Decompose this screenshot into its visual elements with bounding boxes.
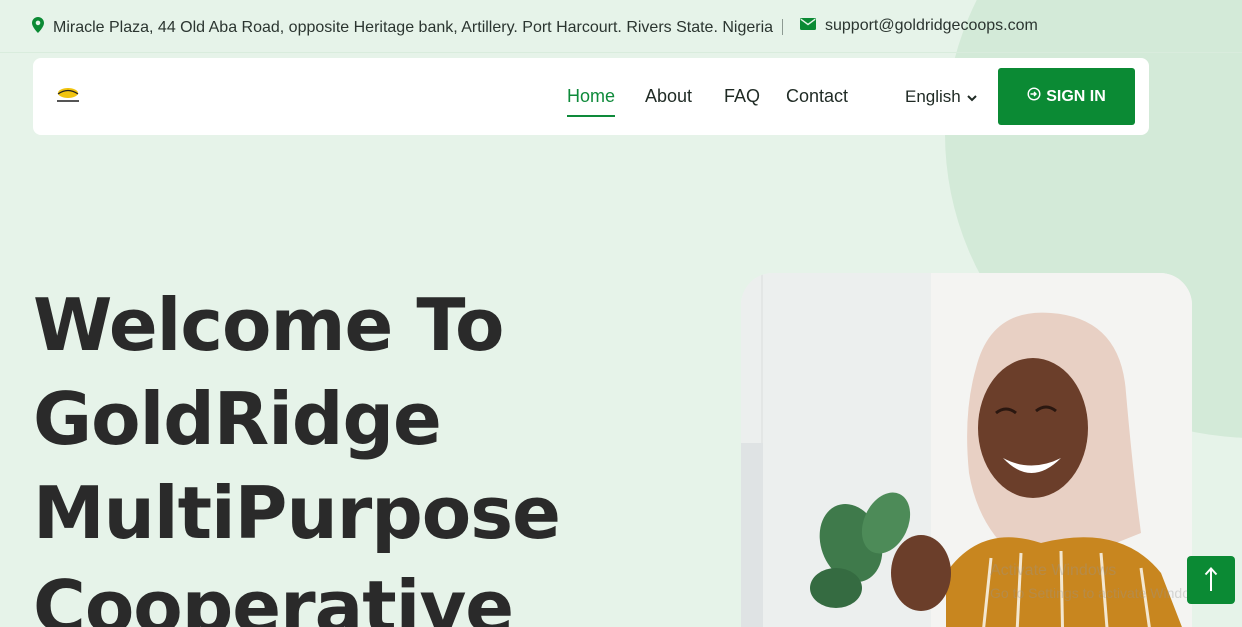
sign-in-label: SIGN IN bbox=[1046, 87, 1106, 105]
email-link[interactable]: support@goldridgecoops.com bbox=[825, 17, 1038, 35]
nav-link-contact[interactable]: Contact bbox=[786, 86, 848, 107]
nav-link-faq[interactable]: FAQ bbox=[724, 86, 760, 107]
main-navbar: Home About FAQ Contact English SIGN IN bbox=[33, 58, 1149, 135]
language-selector[interactable]: English bbox=[905, 87, 977, 107]
envelope-icon bbox=[800, 17, 816, 35]
hero-title-line-2: GoldRidge bbox=[33, 377, 442, 461]
sign-in-icon bbox=[1027, 87, 1041, 106]
hero-title: Welcome To GoldRidge MultiPurpose Cooper… bbox=[33, 278, 673, 627]
map-pin-icon bbox=[32, 17, 44, 38]
address-text: Miracle Plaza, 44 Old Aba Road, opposite… bbox=[53, 18, 774, 36]
nav-link-home[interactable]: Home bbox=[567, 86, 616, 117]
hero-title-line-3: MultiPurpose bbox=[33, 471, 561, 555]
chevron-down-icon bbox=[967, 87, 977, 107]
top-info-bar: Miracle Plaza, 44 Old Aba Road, opposite… bbox=[0, 0, 1242, 53]
page: Miracle Plaza, 44 Old Aba Road, opposite… bbox=[0, 0, 1242, 627]
nav-link-about[interactable]: About bbox=[645, 86, 692, 107]
language-label: English bbox=[905, 87, 961, 106]
watermark-line-2: Go to Settings to activate Windows. bbox=[990, 585, 1211, 601]
goldridge-logo[interactable] bbox=[55, 85, 81, 105]
hero-title-line-1: Welcome To bbox=[33, 283, 504, 367]
watermark-line-1: Activate Windows bbox=[990, 562, 1117, 579]
arrow-up-icon bbox=[1204, 566, 1218, 595]
email-info[interactable]: support@goldridgecoops.com bbox=[800, 17, 1038, 35]
topbar-divider bbox=[782, 19, 783, 35]
hero-title-line-4: Cooperative bbox=[33, 565, 514, 627]
sign-in-button[interactable]: SIGN IN bbox=[998, 68, 1135, 125]
activate-windows-watermark: Activate Windows Go to Settings to activ… bbox=[990, 560, 1211, 604]
address-info: Miracle Plaza, 44 Old Aba Road, opposite… bbox=[32, 17, 773, 38]
scroll-to-top-button[interactable] bbox=[1187, 556, 1235, 604]
